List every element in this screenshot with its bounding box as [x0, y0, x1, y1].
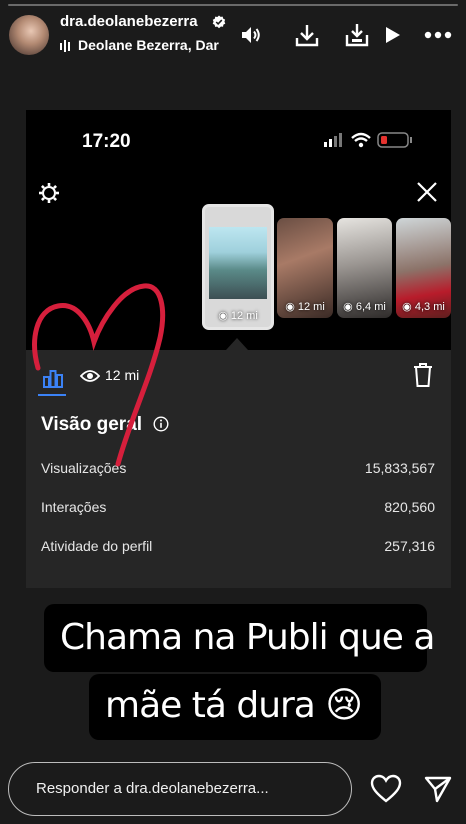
caption-line-2: mãe tá dura 😢	[89, 674, 381, 740]
like-heart-icon[interactable]	[370, 774, 402, 804]
avatar[interactable]	[9, 15, 49, 55]
thumbnail[interactable]: ◉ 6,4 mi	[337, 218, 392, 318]
bar-chart-icon[interactable]	[41, 366, 65, 390]
embedded-screenshot: 17:20 ◉ 12 mi ◉ 12 mi ◉ 6,4 mi ◉ 4,3 mi …	[26, 110, 451, 588]
info-icon[interactable]	[153, 416, 169, 432]
eye-icon: ◉	[218, 310, 228, 322]
volume-button[interactable]	[236, 20, 266, 50]
eye-icon	[80, 370, 100, 382]
audio-label[interactable]: Deolane Bezerra, Dar	[78, 37, 224, 53]
send-icon[interactable]	[423, 774, 453, 804]
stat-label: Visualizações	[41, 460, 127, 476]
download-icon	[345, 24, 369, 47]
audio-bars-icon	[60, 40, 70, 52]
reply-input[interactable]: Responder a dra.deolanebezerra...	[8, 762, 352, 816]
overview-title: Visão geral	[41, 414, 143, 435]
stat-label: Interações	[41, 499, 107, 515]
stat-value: 15,833,567	[364, 460, 435, 476]
active-tab-indicator	[38, 394, 66, 396]
thumbnail[interactable]: ◉ 4,3 mi	[396, 218, 451, 318]
battery-icon	[377, 132, 412, 148]
thumbnail-views: ◉ 12 mi	[218, 310, 258, 322]
reply-placeholder: Responder a dra.deolanebezerra...	[36, 780, 269, 797]
insights-panel: 12 mi Visão geral Visualizações 15,833,5…	[26, 350, 451, 588]
save-button[interactable]	[342, 20, 372, 50]
download-icon	[295, 25, 319, 47]
thumbnail-views: ◉ 4,3 mi	[402, 301, 445, 313]
status-time: 17:20	[82, 131, 131, 152]
settings-gear-icon[interactable]	[38, 182, 60, 204]
signal-icon	[324, 133, 342, 147]
stat-label: Atividade do perfil	[41, 538, 153, 554]
close-icon[interactable]	[415, 180, 439, 204]
caption-line-1: Chama na Publi que a	[44, 604, 435, 672]
thumbnail-views: ◉ 6,4 mi	[343, 301, 386, 313]
more-options-button[interactable]	[421, 20, 455, 50]
play-button[interactable]	[377, 20, 407, 50]
stat-value: 820,560	[384, 499, 435, 515]
username[interactable]: dra.deolanebezerra	[60, 13, 198, 30]
trash-icon[interactable]	[412, 362, 434, 388]
story-progress-bar	[8, 4, 458, 6]
download-button[interactable]	[292, 20, 322, 50]
volume-icon	[242, 27, 260, 43]
views-count[interactable]: 12 mi	[105, 367, 139, 383]
eye-icon: ◉	[402, 301, 412, 313]
more-icon	[424, 31, 452, 39]
thumbnail-image	[209, 227, 267, 299]
thumbnail[interactable]: ◉ 12 mi	[277, 218, 333, 318]
wifi-icon	[351, 132, 371, 148]
eye-icon: ◉	[343, 301, 353, 313]
thumbnail-views: ◉ 12 mi	[285, 301, 325, 313]
story-header: dra.deolanebezerra Deolane Bezerra, Dar	[0, 10, 466, 60]
eye-icon: ◉	[285, 301, 295, 313]
thumbnail-selected[interactable]: ◉ 12 mi	[202, 204, 274, 330]
play-icon	[386, 27, 400, 43]
selection-caret	[226, 338, 248, 350]
story-view: dra.deolanebezerra Deolane Bezerra, Dar	[0, 0, 466, 824]
stat-value: 257,316	[384, 538, 435, 554]
status-icons	[324, 132, 412, 148]
verified-badge-icon	[212, 15, 226, 29]
